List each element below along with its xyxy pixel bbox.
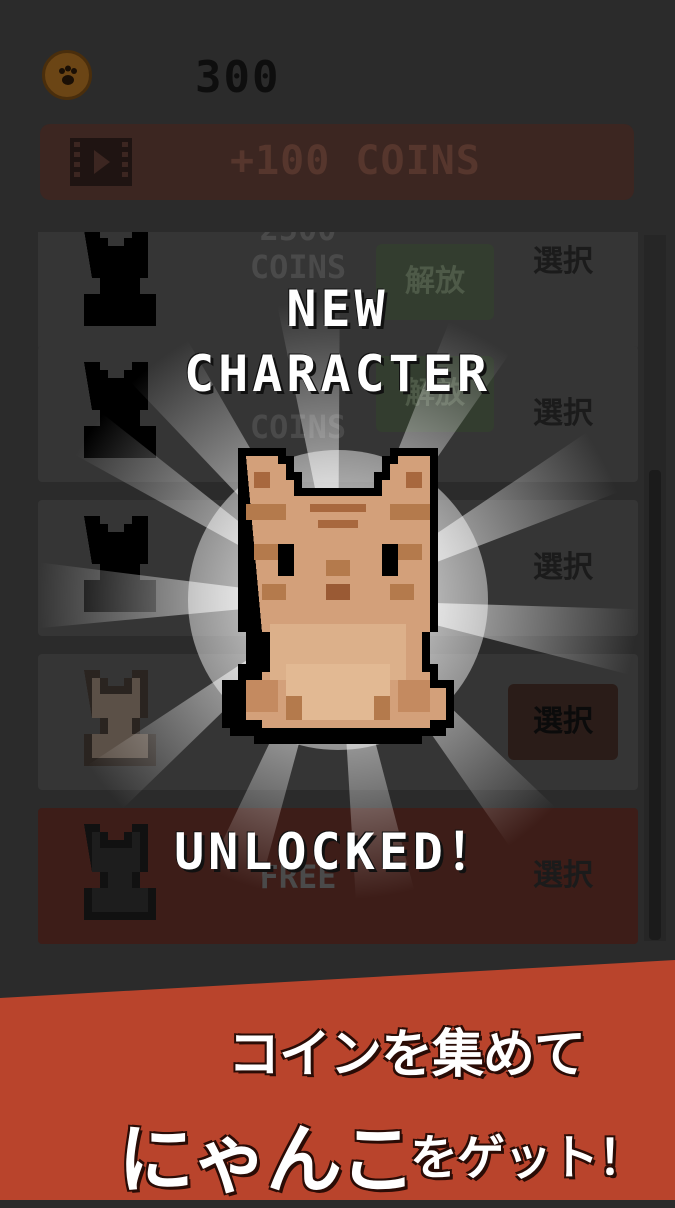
watch-video-coins-button[interactable]: +100 COINS xyxy=(40,124,634,200)
coin-icon xyxy=(42,50,92,100)
banner-line2-small: をゲット！ xyxy=(410,1130,646,1186)
banner-line2-big: にゃんこ xyxy=(118,1115,416,1204)
overlay-unlocked-text: UNLOCKED！ xyxy=(174,823,501,881)
banner-line1: コインを集めて xyxy=(228,1025,586,1085)
tabby-cat-character xyxy=(222,448,454,744)
film-icon xyxy=(70,138,132,186)
paw-icon xyxy=(59,65,77,85)
overlay-title-line2: CHARACTER xyxy=(184,345,491,403)
coin-count: 300 xyxy=(195,52,281,103)
video-button-label: +100 COINS xyxy=(230,138,481,184)
overlay-title-line1: NEW xyxy=(286,280,389,338)
